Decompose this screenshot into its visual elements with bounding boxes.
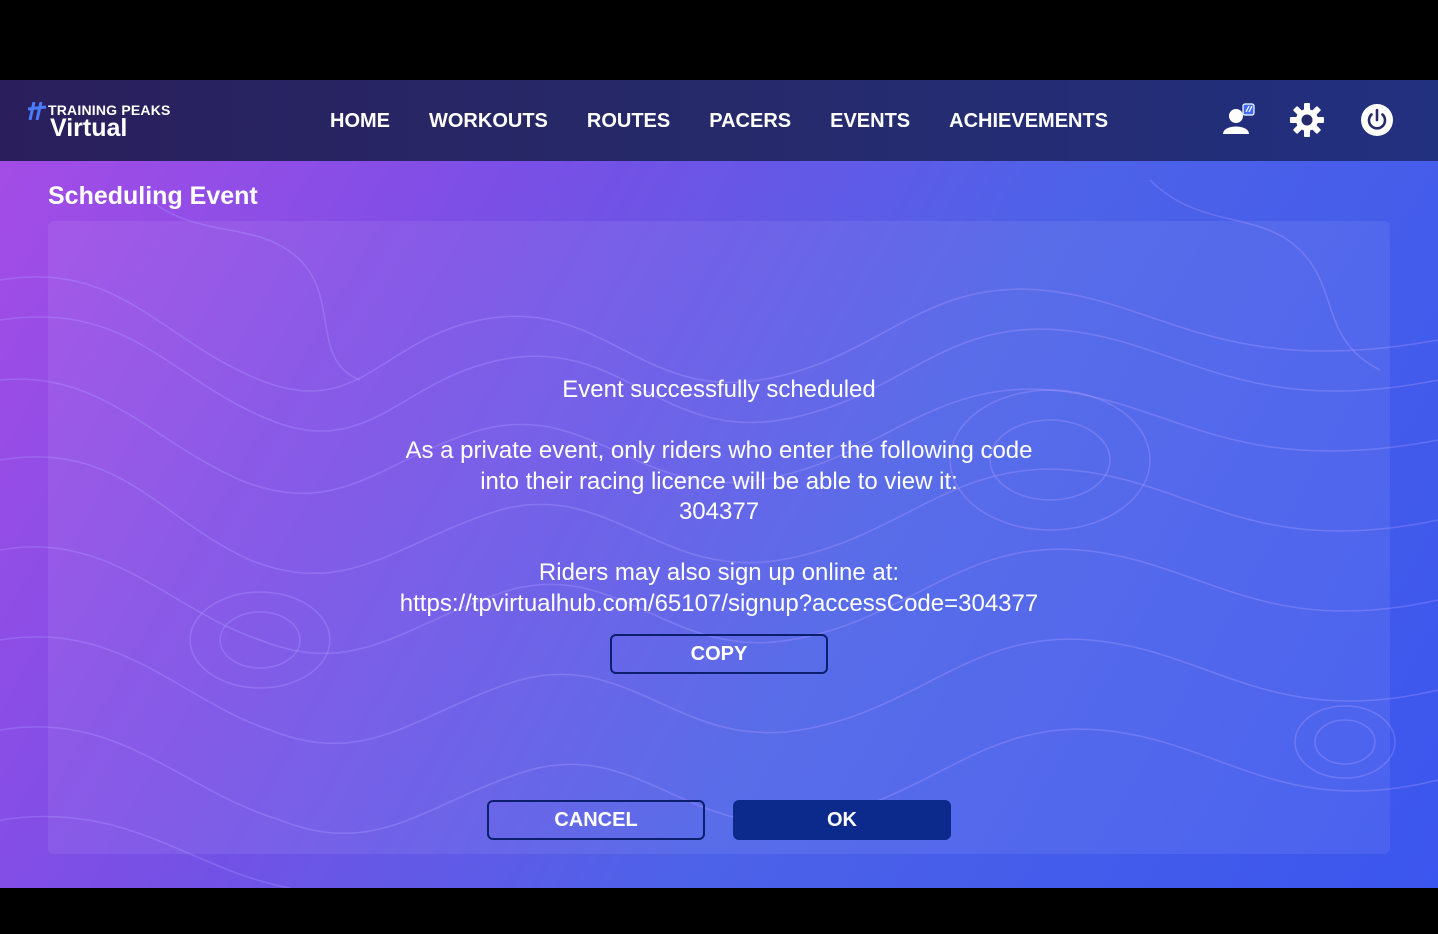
nav-routes[interactable]: ROUTES — [587, 106, 670, 136]
nav-pacers[interactable]: PACERS — [709, 106, 791, 136]
app-window: TRAINING PEAKS Virtual HOME WORKOUTS ROU… — [0, 80, 1438, 888]
nav-workouts[interactable]: WORKOUTS — [429, 106, 548, 136]
nav-home[interactable]: HOME — [330, 106, 390, 136]
dialog-heading: Event successfully scheduled — [562, 376, 876, 403]
logo-text-bottom: Virtual — [50, 114, 128, 142]
training-peaks-logo[interactable]: TRAINING PEAKS Virtual — [28, 100, 188, 144]
top-navbar: TRAINING PEAKS Virtual HOME WORKOUTS ROU… — [0, 80, 1438, 161]
letterbox-top — [0, 0, 1438, 80]
signup-text: Riders may also sign up online at: — [538, 559, 900, 586]
nav-achievements[interactable]: ACHIEVEMENTS — [949, 106, 1108, 136]
event-scheduled-dialog: Event successfully scheduled As a privat… — [48, 221, 1390, 854]
dialog-message-line-1: As a private event, only riders who ente… — [405, 437, 1033, 464]
dialog-message-line-2: into their racing licence will be able t… — [480, 468, 958, 495]
ok-button[interactable]: OK — [733, 800, 951, 840]
nav-events[interactable]: EVENTS — [830, 106, 910, 136]
letterbox-bottom — [0, 888, 1438, 934]
page-title: Scheduling Event — [48, 182, 258, 210]
cancel-button[interactable]: CANCEL — [487, 800, 705, 840]
power-icon[interactable] — [1359, 102, 1395, 138]
gear-icon[interactable] — [1289, 102, 1325, 138]
logo-mark-icon — [28, 102, 47, 120]
profile-icon[interactable] — [1220, 102, 1256, 138]
signup-url: https://tpvirtualhub.com/65107/signup?ac… — [399, 590, 1039, 617]
main-nav: HOME WORKOUTS ROUTES PACERS EVENTS ACHIE… — [330, 106, 1147, 136]
copy-button[interactable]: COPY — [610, 634, 828, 674]
access-code: 304377 — [678, 498, 760, 525]
